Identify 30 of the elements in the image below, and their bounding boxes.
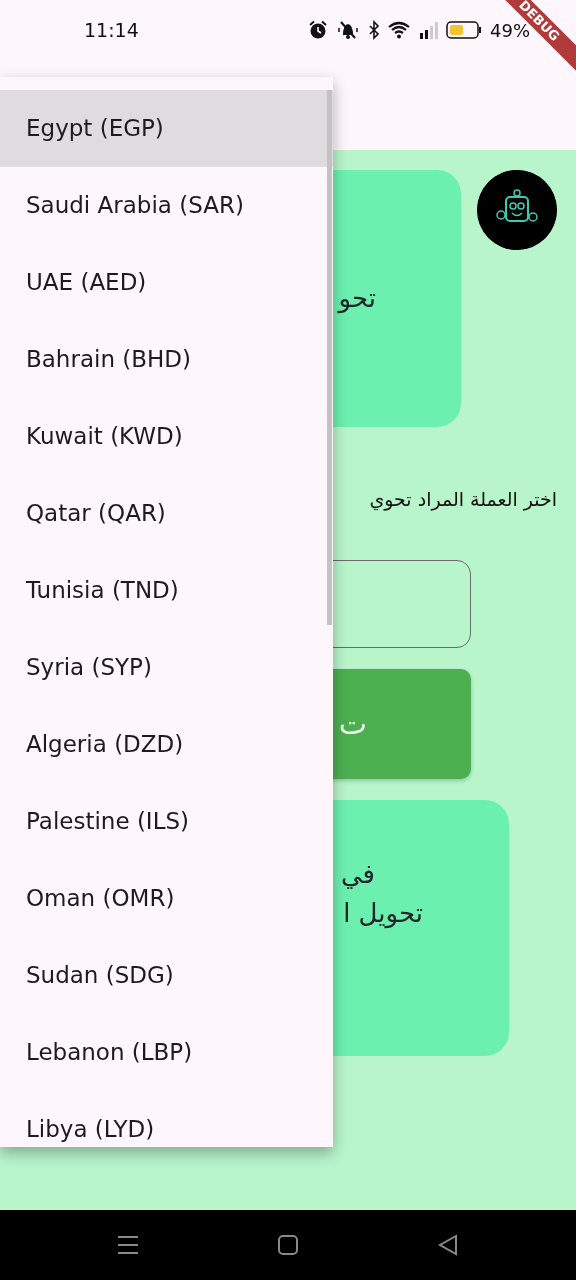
currency-menu-item[interactable]: Qatar (QAR) — [0, 475, 333, 552]
currency-menu-item[interactable]: Palestine (ILS) — [0, 783, 333, 860]
battery-icon — [446, 21, 482, 39]
result-text: تحويل ا — [343, 897, 423, 928]
currency-menu-item[interactable]: UAE (AED) — [0, 244, 333, 321]
currency-menu-item[interactable]: Tunisia (TND) — [0, 552, 333, 629]
result-text: في — [340, 858, 375, 889]
currency-menu-item[interactable]: Saudi Arabia (SAR) — [0, 167, 333, 244]
currency-menu-item[interactable]: Syria (SYP) — [0, 629, 333, 706]
card-text: تحو — [338, 282, 376, 316]
currency-menu-item[interactable]: Kuwait (KWD) — [0, 398, 333, 475]
currency-menu-item[interactable]: Libya (LYD) — [0, 1091, 333, 1147]
robot-avatar-icon — [477, 170, 557, 250]
menu-icon[interactable] — [117, 1235, 139, 1255]
alarm-icon — [308, 20, 328, 40]
currency-menu-item[interactable]: Algeria (DZD) — [0, 706, 333, 783]
status-time: 11:14 — [84, 17, 139, 43]
wifi-icon — [388, 20, 412, 40]
currency-label: اختر العملة المراد تحوي — [369, 487, 557, 513]
bluetooth-icon — [368, 20, 380, 40]
home-icon[interactable] — [277, 1234, 299, 1256]
currency-menu-item[interactable]: Egypt (EGP) — [0, 90, 333, 167]
scrollbar-thumb[interactable] — [327, 90, 332, 625]
signal-icon — [420, 21, 438, 39]
muted-bell-icon — [336, 20, 360, 40]
currency-menu-item[interactable]: Bahrain (BHD) — [0, 321, 333, 398]
currency-menu-item[interactable]: Lebanon (LBP) — [0, 1014, 333, 1091]
back-icon[interactable] — [437, 1234, 459, 1256]
currency-menu-item[interactable]: Sudan (SDG) — [0, 937, 333, 1014]
currency-menu-item[interactable]: Oman (OMR) — [0, 860, 333, 937]
